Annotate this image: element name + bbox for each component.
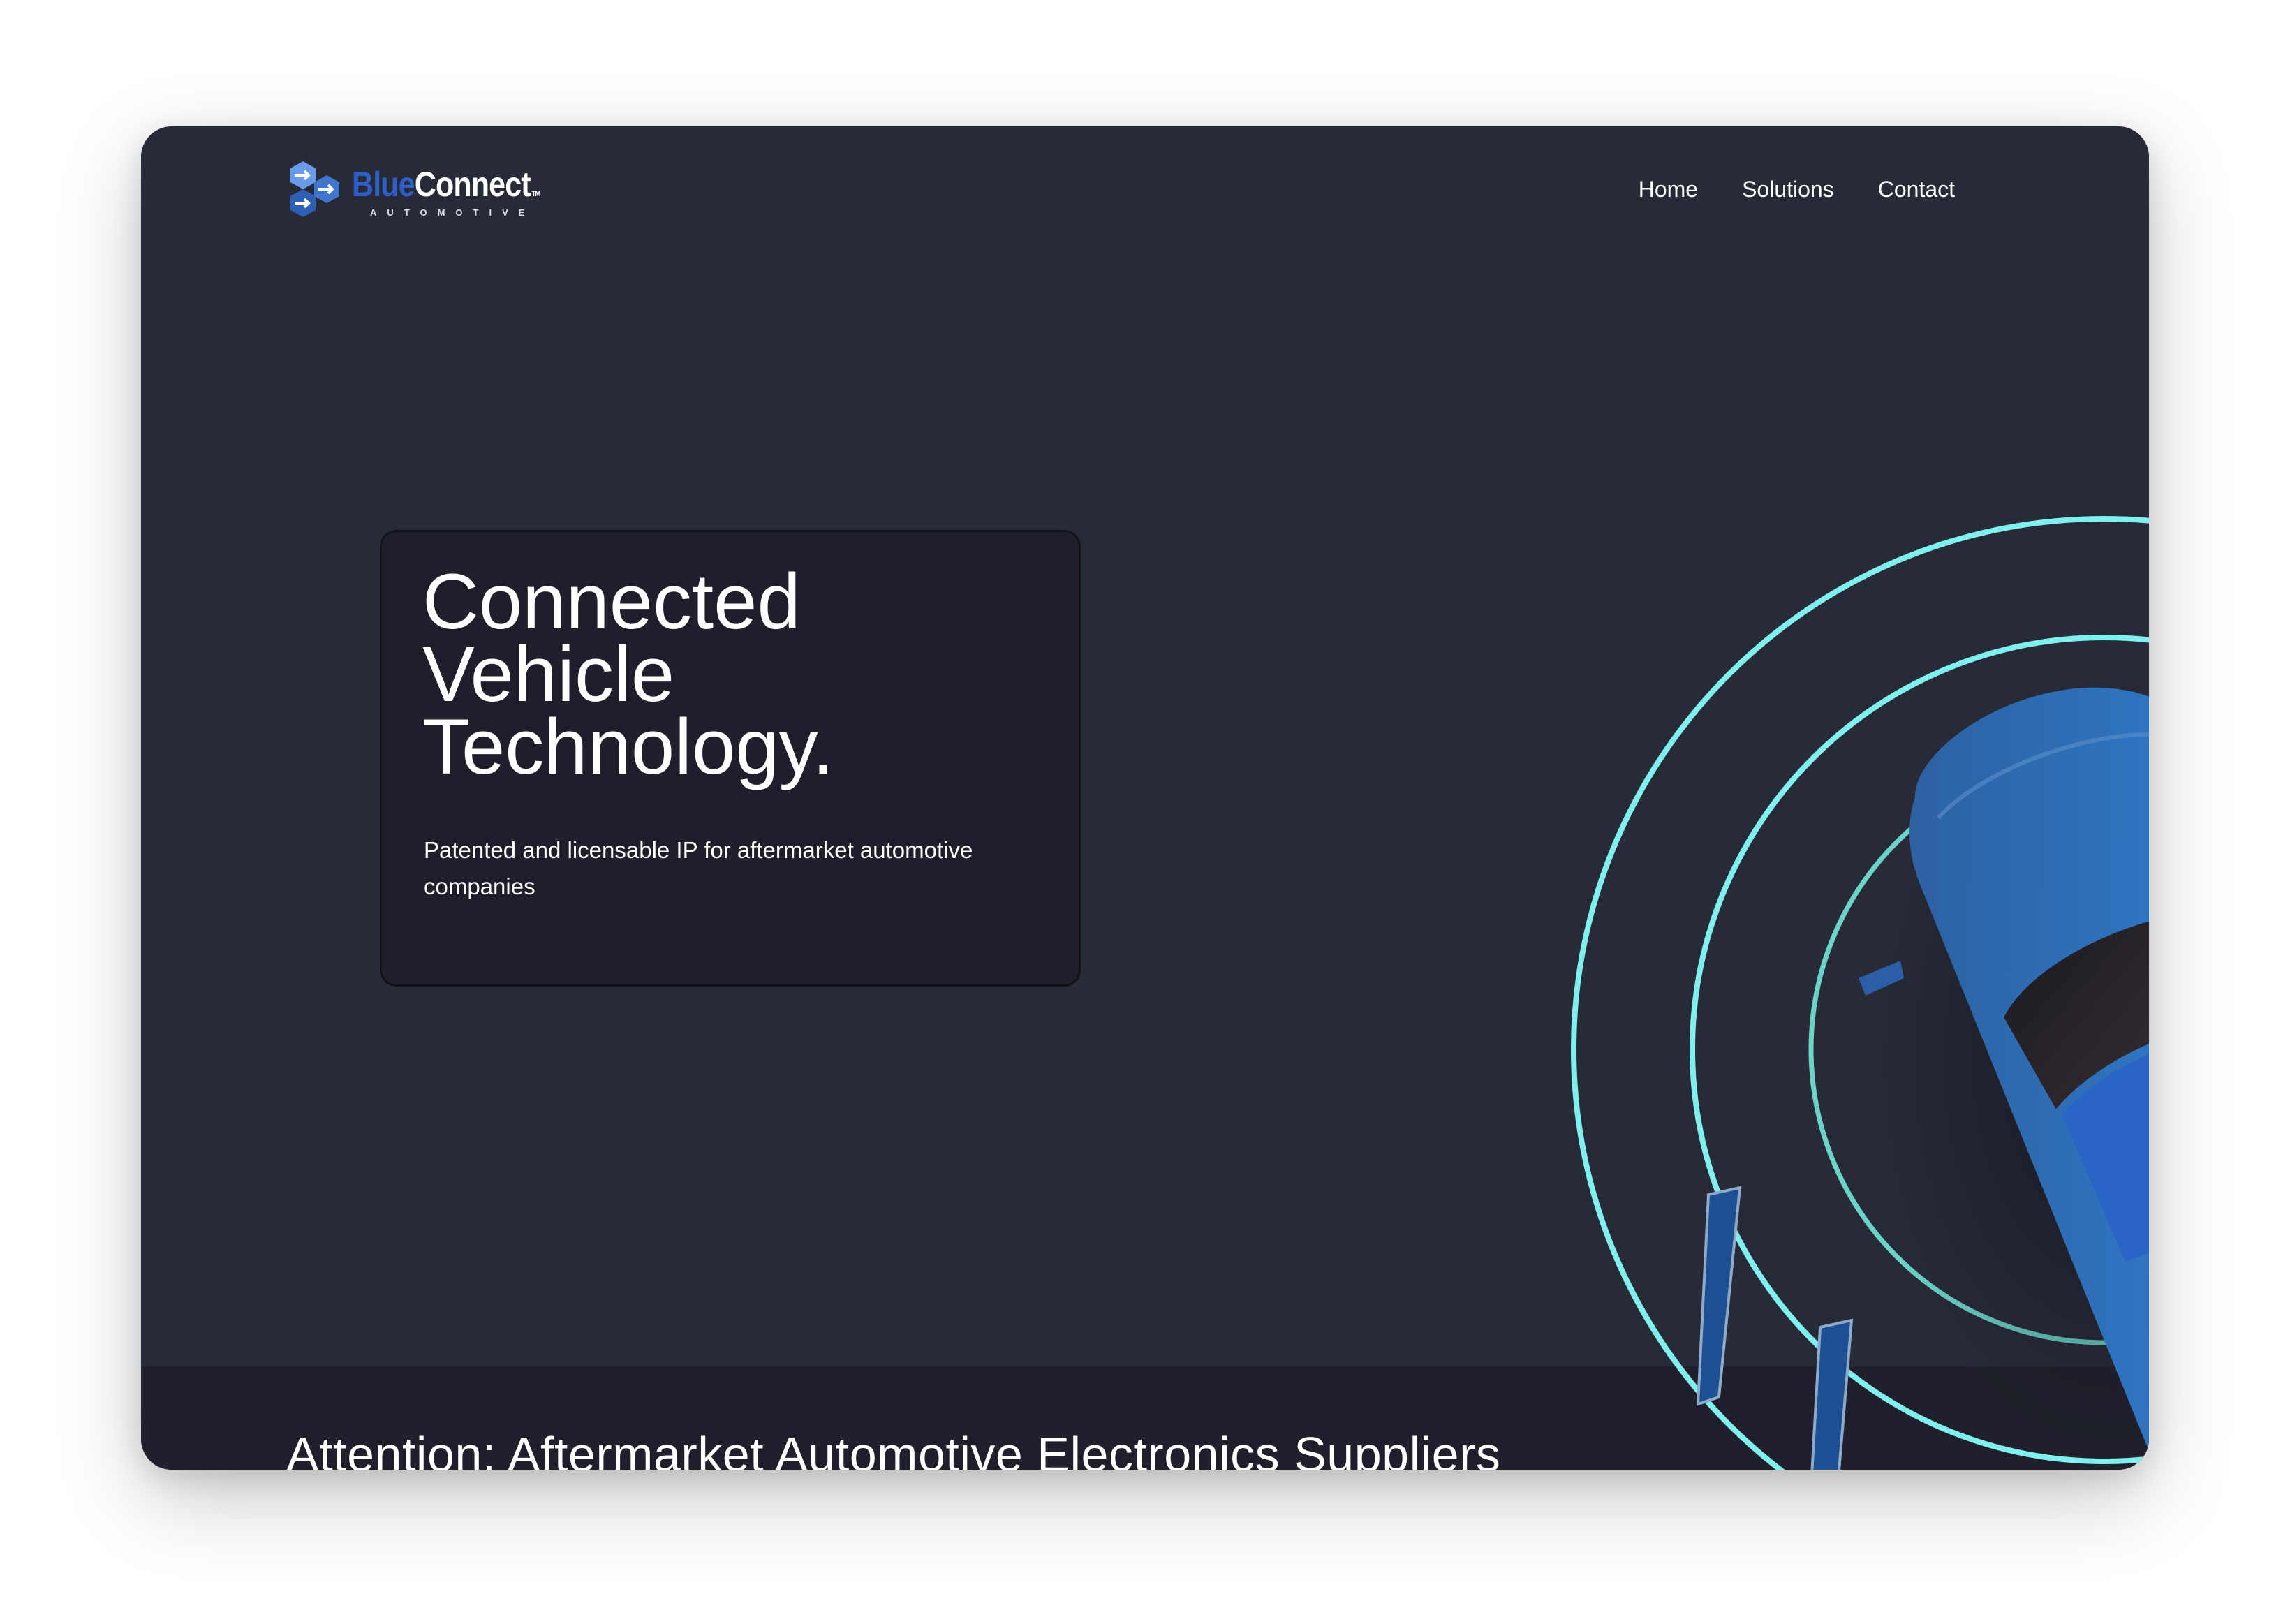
brand-wordmark: BlueConnect TM xyxy=(352,164,540,205)
nav-home[interactable]: Home xyxy=(1639,177,1698,202)
trademark-mark: TM xyxy=(531,190,540,198)
car-door-left xyxy=(1696,1186,1742,1406)
page-background: BlueConnect TM AUTOMOTIVE Home Solutions … xyxy=(0,0,2290,1624)
hero-title: Connected Vehicle Technology. xyxy=(422,563,1051,786)
nav-contact[interactable]: Contact xyxy=(1878,177,1955,202)
attention-heading: Attention: Aftermarket Automotive Electr… xyxy=(286,1427,1501,1470)
brand-subtitle: AUTOMOTIVE xyxy=(370,207,535,218)
main-nav: Home Solutions Contact xyxy=(1639,177,1955,202)
car-top-view-illustration xyxy=(1571,516,2149,1470)
hero-subtitle: Patented and licensable IP for aftermark… xyxy=(424,837,973,899)
brand-name-connect: Connect xyxy=(414,165,531,204)
hexagon-arrows-icon xyxy=(290,161,339,217)
hero-card: Connected Vehicle Technology. Patented a… xyxy=(380,530,1081,987)
nav-solutions[interactable]: Solutions xyxy=(1742,177,1834,202)
hero-title-line-3: Technology. xyxy=(422,703,834,790)
brand-logo[interactable]: BlueConnect TM AUTOMOTIVE xyxy=(288,160,574,223)
brand-name-blue: Blue xyxy=(352,165,415,204)
browser-window: BlueConnect TM AUTOMOTIVE Home Solutions … xyxy=(141,126,2149,1470)
